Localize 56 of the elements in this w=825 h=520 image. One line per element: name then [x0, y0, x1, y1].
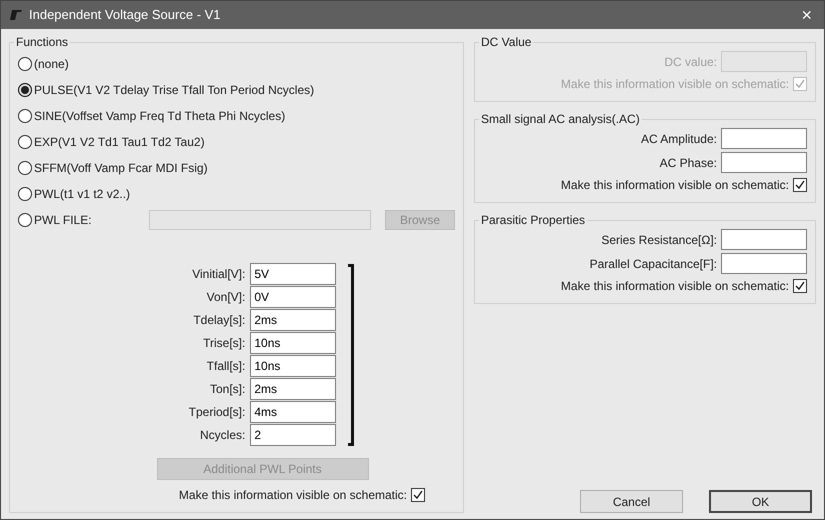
visibility-label: Make this information visible on schematic:: [560, 278, 789, 295]
bracket-icon: [348, 264, 354, 446]
parameter-label: Vinitial[V]:: [192, 266, 246, 283]
visibility-label: Make this information visible on schematic:: [178, 487, 407, 504]
field-label: DC value:: [664, 54, 717, 70]
field-label: Parallel Capacitance[F]:: [590, 256, 717, 272]
radio-label[interactable]: EXP(V1 V2 Td1 Tau1 Td2 Tau2): [34, 133, 205, 151]
input-field[interactable]: [721, 128, 807, 149]
radio-button[interactable]: [18, 109, 32, 123]
input-field[interactable]: [721, 152, 807, 173]
radio-button[interactable]: [18, 135, 32, 149]
parameter-field[interactable]: 0V: [250, 286, 336, 308]
group-title: DC Value: [480, 34, 532, 51]
parameter-label: Tperiod[s]:: [188, 404, 246, 421]
radio-label[interactable]: SINE(Voffset Vamp Freq Td Theta Phi Ncycles): [34, 107, 286, 125]
radio-button[interactable]: [18, 213, 32, 227]
parameter-label: Von[V]:: [206, 289, 246, 306]
checkbox[interactable]: [411, 488, 425, 502]
parameter-label: Trise[s]:: [203, 335, 246, 352]
group-title: Functions: [15, 34, 70, 51]
parameter-field[interactable]: 5V: [250, 263, 336, 285]
visibility-label: Make this information visible on schematic:: [560, 76, 789, 93]
radio-button[interactable]: [18, 161, 32, 175]
parameter-field[interactable]: 2ms: [250, 309, 336, 331]
radio-label[interactable]: PULSE(V1 V2 Tdelay Trise Tfall Ton Period Ncycles): [34, 81, 314, 99]
radio-label[interactable]: PWL(t1 v1 t2 v2..): [34, 185, 130, 203]
radio-button[interactable]: [18, 83, 32, 97]
radio-button[interactable]: [18, 187, 32, 201]
field-label: AC Phase:: [660, 154, 717, 172]
dialog-button[interactable]: OK: [709, 490, 812, 513]
dialog-button[interactable]: Cancel: [580, 490, 683, 513]
parameter-field[interactable]: 10ns: [250, 355, 336, 377]
window-title: Independent Voltage Source - V1: [29, 6, 222, 24]
app-logo-icon: [9, 9, 23, 21]
parameter-label: Ton[s]:: [210, 381, 246, 398]
visibility-label: Make this information visible on schematic:: [560, 177, 789, 194]
parameter-field[interactable]: 2: [250, 424, 336, 446]
radio-label[interactable]: PWL FILE:: [34, 211, 92, 229]
radio-label[interactable]: (none): [34, 55, 69, 73]
field-label: Series Resistance[Ω]:: [601, 232, 717, 248]
close-button[interactable]: ×: [797, 6, 816, 24]
parameter-field[interactable]: 2ms: [250, 378, 336, 400]
parameter-label: Ncycles:: [200, 427, 246, 444]
checkbox[interactable]: [793, 279, 807, 293]
radio-label[interactable]: SFFM(Voff Vamp Fcar MDI Fsig): [34, 159, 208, 177]
field-label: AC Amplitude:: [640, 130, 717, 148]
group-title: Parasitic Properties: [480, 212, 586, 229]
parameter-field[interactable]: 10ns: [250, 332, 336, 354]
input-field[interactable]: [721, 229, 807, 250]
checkbox[interactable]: [793, 178, 807, 192]
parameter-label: Tfall[s]:: [206, 358, 246, 375]
parameter-field[interactable]: 4ms: [250, 401, 336, 423]
group-title: Small signal AC analysis(.AC): [480, 111, 641, 128]
radio-button[interactable]: [18, 57, 32, 71]
parameter-label: Tdelay[s]:: [193, 312, 246, 329]
input-field[interactable]: [721, 253, 807, 274]
